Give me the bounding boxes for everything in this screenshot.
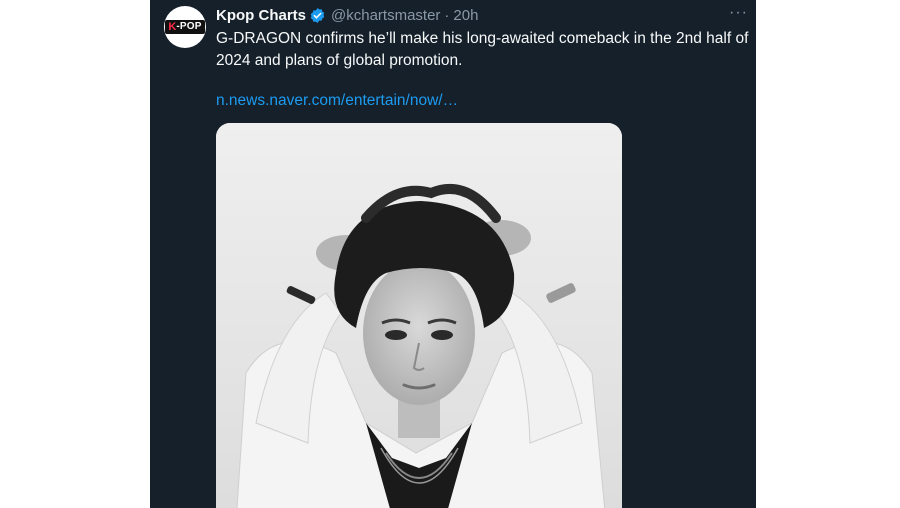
separator-dot: · [444,6,450,24]
tweet-timestamp[interactable]: 20h [453,7,478,24]
tweet-card: K -POP Kpop Charts @kchartsmaster · 20h ·… [150,0,756,508]
logo-k-letter: K [168,21,177,33]
tweet-text: G-DRAGON confirms he’ll make his long-aw… [216,30,749,69]
tweet-media-photo[interactable] [216,123,622,508]
author-name[interactable]: Kpop Charts [216,7,306,24]
verified-badge-icon [310,7,325,23]
kpop-logo: K -POP [165,20,205,34]
tweet-link[interactable]: n.news.naver.com/entertain/now/… [216,90,458,112]
logo-rest-letters: -POP [176,21,202,32]
more-options-icon[interactable]: ··· [729,5,748,21]
portrait-photo [216,123,622,508]
avatar[interactable]: K -POP [164,6,206,48]
author-handle[interactable]: @kchartsmaster [331,7,440,24]
tweet-header: Kpop Charts @kchartsmaster · 20h [216,5,478,25]
